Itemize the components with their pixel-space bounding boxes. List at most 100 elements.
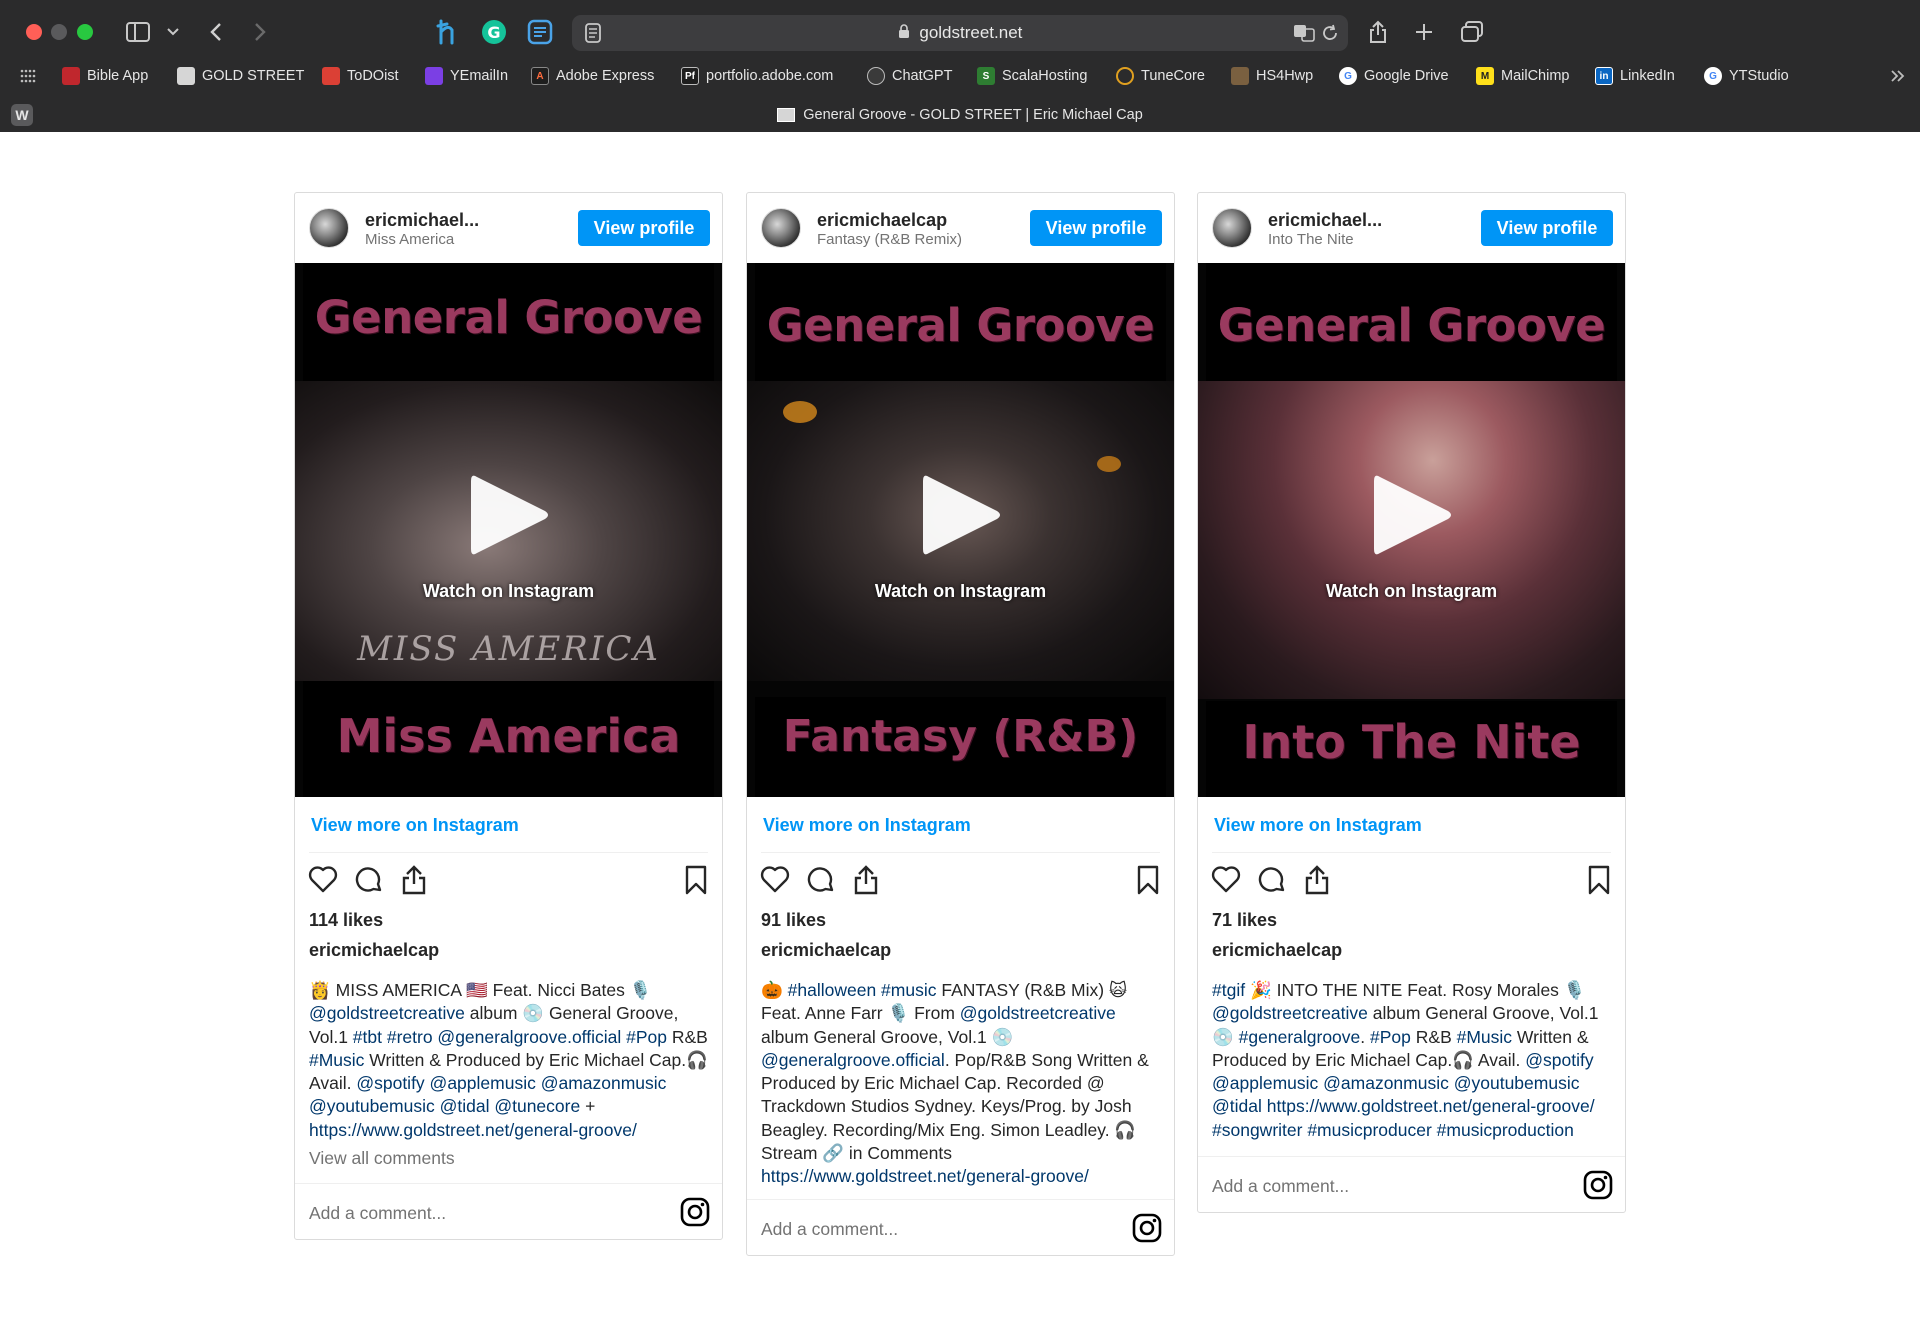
caption-link[interactable]: https://www.goldstreet.net/general-groov…	[761, 1166, 1089, 1186]
comment-icon[interactable]	[1257, 865, 1287, 895]
add-comment-input[interactable]: Add a comment...	[761, 1219, 898, 1240]
play-icon[interactable]	[921, 473, 1001, 557]
bookmark-gold-street[interactable]: GOLD STREET	[177, 64, 304, 88]
view-profile-button[interactable]: View profile	[1481, 210, 1613, 246]
watch-on-instagram-label[interactable]: Watch on Instagram	[1198, 581, 1625, 602]
view-more-link[interactable]: View more on Instagram	[1198, 797, 1625, 852]
bookmark-google-drive[interactable]: G Google Drive	[1339, 64, 1449, 88]
heart-icon[interactable]	[1211, 865, 1241, 893]
caption-author[interactable]: ericmichaelcap	[295, 935, 722, 965]
sidebar-toggle-icon[interactable]	[124, 16, 152, 48]
share-icon[interactable]	[1303, 865, 1331, 895]
honey-extension-icon[interactable]	[434, 16, 462, 48]
view-profile-button[interactable]: View profile	[578, 210, 710, 246]
minimize-window-button[interactable]	[51, 24, 67, 40]
close-window-button[interactable]	[26, 24, 42, 40]
heart-icon[interactable]	[308, 865, 338, 893]
caption-link[interactable]: @goldstreetcreative	[1212, 1003, 1368, 1023]
chevron-down-icon[interactable]	[164, 16, 182, 48]
grammarly-extension-icon[interactable]: G	[480, 16, 508, 48]
play-icon[interactable]	[1372, 473, 1452, 557]
video-thumbnail[interactable]: General Groove Into The Nite Watch on In…	[1198, 263, 1625, 797]
translate-icon[interactable]	[1292, 21, 1316, 45]
bookmark-chatgpt[interactable]: ChatGPT	[867, 64, 952, 88]
notes-extension-icon[interactable]	[526, 16, 554, 48]
more-bookmarks-icon[interactable]	[1890, 64, 1906, 88]
linkedin-icon: in	[1595, 67, 1613, 85]
bookmark-label: ToDOist	[347, 68, 399, 84]
view-profile-button[interactable]: View profile	[1030, 210, 1162, 246]
caption-link[interactable]: @goldstreetcreative	[309, 1003, 465, 1023]
bookmark-icon[interactable]	[1136, 865, 1160, 895]
caption-link[interactable]: https://www.goldstreet.net/general-groov…	[309, 1120, 637, 1140]
post-username[interactable]: ericmichael...	[1268, 210, 1382, 231]
caption-link[interactable]: #Pop	[1370, 1027, 1411, 1047]
heart-icon[interactable]	[760, 865, 790, 893]
tab-overview-icon[interactable]	[1458, 16, 1486, 48]
forward-button[interactable]	[250, 16, 270, 48]
add-comment-input[interactable]: Add a comment...	[309, 1203, 446, 1224]
apps-grid-icon[interactable]	[20, 64, 36, 88]
bookmark-linkedin[interactable]: in LinkedIn	[1595, 64, 1675, 88]
add-comment-input[interactable]: Add a comment...	[1212, 1176, 1349, 1197]
reload-icon[interactable]	[1318, 21, 1342, 45]
bookmark-adobe-express[interactable]: A Adobe Express	[531, 64, 654, 88]
url-text[interactable]: goldstreet.net	[572, 23, 1348, 43]
post-username[interactable]: ericmichaelcap	[817, 210, 947, 231]
bookmark-hs4hwp[interactable]: HS4Hwp	[1231, 64, 1313, 88]
caption-link[interactable]: #Music	[309, 1050, 364, 1070]
share-icon[interactable]	[1364, 16, 1392, 48]
watch-on-instagram-label[interactable]: Watch on Instagram	[295, 581, 722, 602]
caption-text: R&B	[666, 1026, 708, 1047]
likes-count[interactable]: 91 likes	[747, 905, 1174, 935]
instagram-logo-icon[interactable]	[1583, 1170, 1613, 1200]
caption-link[interactable]: https://www.goldstreet.net/general-groov…	[1212, 1096, 1595, 1139]
share-icon[interactable]	[400, 865, 428, 895]
caption-author[interactable]: ericmichaelcap	[1198, 935, 1625, 965]
comment-icon[interactable]	[354, 865, 384, 895]
bookmark-bible-app[interactable]: Bible App	[62, 64, 148, 88]
likes-count[interactable]: 114 likes	[295, 905, 722, 935]
post-subtitle: Fantasy (R&B Remix)	[817, 231, 963, 248]
caption-link[interactable]: @spotify @applemusic @amazonmusic @youtu…	[309, 1073, 666, 1116]
back-button[interactable]	[206, 16, 226, 48]
video-thumbnail[interactable]: General Groove MISS AMERICA Miss America…	[295, 263, 722, 797]
bookmark-ytstudio[interactable]: G YTStudio	[1704, 64, 1789, 88]
watch-on-instagram-label[interactable]: Watch on Instagram	[747, 581, 1174, 602]
view-more-link[interactable]: View more on Instagram	[747, 797, 1174, 852]
caption-link[interactable]: #Music	[1457, 1027, 1512, 1047]
avatar[interactable]	[1212, 208, 1252, 248]
bookmark-todoist[interactable]: ToDOist	[322, 64, 399, 88]
address-bar[interactable]: goldstreet.net	[572, 15, 1348, 51]
caption-link[interactable]: @goldstreetcreative	[960, 1003, 1116, 1023]
bookmark-icon[interactable]	[1587, 865, 1611, 895]
caption-link[interactable]: #halloween #music	[788, 980, 937, 1000]
caption-link[interactable]: #tgif	[1212, 980, 1245, 1000]
bookmark-portfolio-adobe[interactable]: Pf portfolio.adobe.com	[681, 64, 833, 88]
active-tab[interactable]: General Groove - GOLD STREET | Eric Mich…	[0, 107, 1920, 123]
share-icon[interactable]	[852, 865, 880, 895]
post-username[interactable]: ericmichael...	[365, 210, 479, 231]
caption-author[interactable]: ericmichaelcap	[747, 935, 1174, 965]
video-thumbnail[interactable]: General Groove Fantasy (R&B) Watch on In…	[747, 263, 1174, 797]
bookmark-tunecore[interactable]: TuneCore	[1116, 64, 1205, 88]
view-all-comments-link[interactable]: View all comments	[295, 1142, 722, 1179]
caption-link[interactable]: #tbt #retro @generalgroove.official #Pop	[353, 1027, 667, 1047]
play-icon[interactable]	[469, 473, 549, 557]
instagram-logo-icon[interactable]	[1132, 1213, 1162, 1243]
zoom-window-button[interactable]	[77, 24, 93, 40]
likes-count[interactable]: 71 likes	[1198, 905, 1625, 935]
avatar[interactable]	[309, 208, 349, 248]
bookmark-scalahosting[interactable]: S ScalaHosting	[977, 64, 1087, 88]
instagram-logo-icon[interactable]	[680, 1197, 710, 1227]
bookmark-icon[interactable]	[684, 865, 708, 895]
comment-icon[interactable]	[806, 865, 836, 895]
caption-link[interactable]: #generalgroove	[1239, 1027, 1361, 1047]
view-more-link[interactable]: View more on Instagram	[295, 797, 722, 852]
caption-link[interactable]: @generalgroove.official	[761, 1050, 945, 1070]
bookmark-mailchimp[interactable]: M MailChimp	[1476, 64, 1570, 88]
post-actions	[1198, 853, 1625, 905]
bookmark-yemailin[interactable]: YEmailIn	[425, 64, 508, 88]
new-tab-icon[interactable]	[1410, 16, 1438, 48]
avatar[interactable]	[761, 208, 801, 248]
